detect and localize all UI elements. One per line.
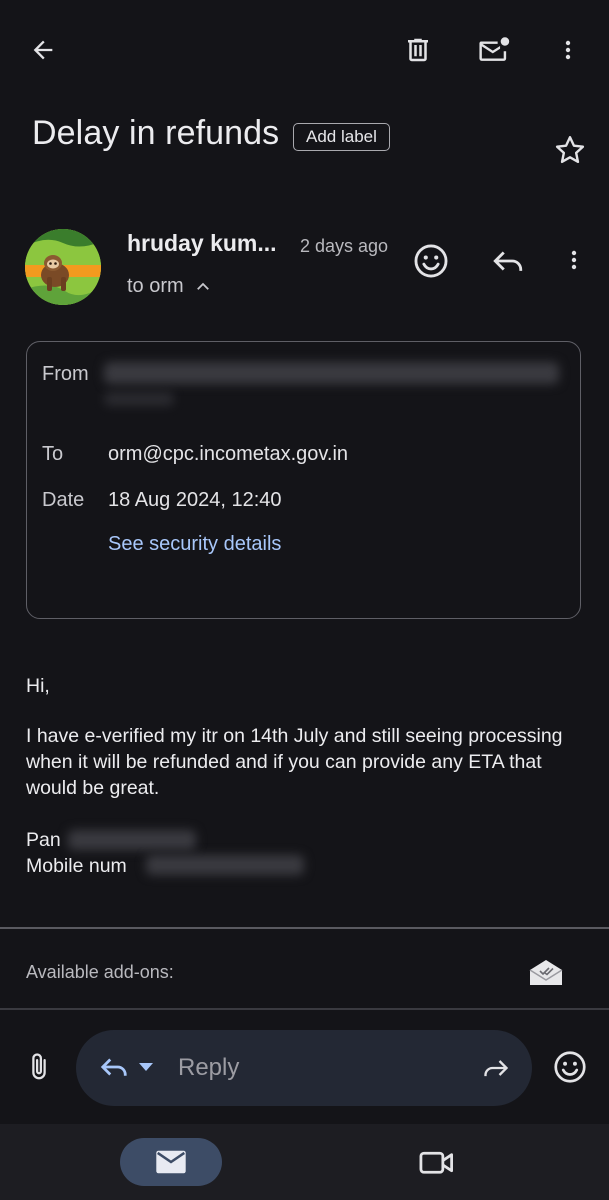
- delete-button[interactable]: [394, 26, 442, 74]
- arrow-left-icon: [33, 40, 53, 60]
- mail-icon: [156, 1150, 186, 1174]
- pan-line: Pan: [26, 827, 61, 853]
- reply-icon: [100, 1058, 127, 1076]
- available-addons-label: Available add-ons:: [26, 962, 174, 982]
- recipients-toggle[interactable]: to orm: [127, 275, 212, 298]
- to-address[interactable]: orm@cpc.incometax.gov.in: [108, 443, 348, 466]
- date-label: Date: [42, 489, 85, 511]
- back-button[interactable]: [19, 26, 67, 74]
- star-button[interactable]: [552, 132, 588, 173]
- mobile-prefix: Mobile num: [26, 855, 127, 877]
- forward-button[interactable]: [480, 1054, 512, 1087]
- dropdown-arrow-icon: [139, 1063, 153, 1071]
- mark-unread-button[interactable]: [470, 26, 518, 74]
- paperclip-icon: [32, 1053, 46, 1080]
- divider: [0, 927, 609, 929]
- sloth-avatar-icon: [25, 229, 101, 305]
- addon-mail-check-icon: [529, 960, 563, 985]
- pan-prefix: Pan: [26, 829, 61, 851]
- emoji-icon: [554, 1051, 586, 1083]
- divider: [0, 1008, 609, 1010]
- addon-button[interactable]: [528, 958, 564, 993]
- nav-meet-tab[interactable]: [418, 1146, 456, 1183]
- sent-time: 2 days ago: [300, 236, 389, 256]
- message-more-button[interactable]: [562, 246, 586, 279]
- recipient-line: to orm: [127, 275, 184, 297]
- mail-unread-icon: [479, 37, 510, 61]
- more-options-button[interactable]: [544, 26, 592, 74]
- sender-name[interactable]: hruday kum...: [127, 230, 277, 257]
- reply-placeholder: Reply: [178, 1054, 240, 1081]
- forward-icon: [484, 1060, 509, 1077]
- add-label-button[interactable]: Add label: [293, 123, 390, 151]
- message-paragraph: I have e-verified my itr on 14th July an…: [26, 725, 563, 799]
- bottom-navigation: [0, 1124, 609, 1200]
- to-label: To: [42, 443, 64, 465]
- reply-button[interactable]: [490, 244, 526, 283]
- react-emoji-button[interactable]: [412, 242, 450, 285]
- from-label: From: [42, 363, 89, 385]
- redacted-from-address: [104, 362, 559, 384]
- redacted-from-address-line2: [104, 392, 174, 406]
- emoji-button[interactable]: [552, 1049, 588, 1090]
- more-vert-icon: [571, 250, 577, 270]
- reply-type-dropdown[interactable]: [98, 1052, 154, 1082]
- emoji-icon: [414, 244, 448, 278]
- more-vert-icon: [565, 40, 571, 60]
- date-value: 18 Aug 2024, 12:40: [108, 489, 282, 511]
- avatar[interactable]: [25, 229, 101, 305]
- redacted-mobile: [146, 855, 304, 875]
- chevron-up-icon: [196, 282, 209, 290]
- nav-mail-icon-wrap: [154, 1148, 188, 1181]
- reply-icon: [493, 251, 523, 271]
- attach-button[interactable]: [24, 1050, 54, 1089]
- mobile-line: Mobile num: [26, 853, 127, 879]
- star-icon: [555, 136, 585, 164]
- trash-icon: [408, 38, 428, 62]
- see-security-details-link[interactable]: See security details: [108, 533, 281, 556]
- video-camera-icon: [419, 1151, 454, 1174]
- redacted-pan: [68, 830, 196, 850]
- greeting-text: Hi,: [26, 675, 50, 697]
- email-subject: Delay in refunds: [32, 114, 280, 152]
